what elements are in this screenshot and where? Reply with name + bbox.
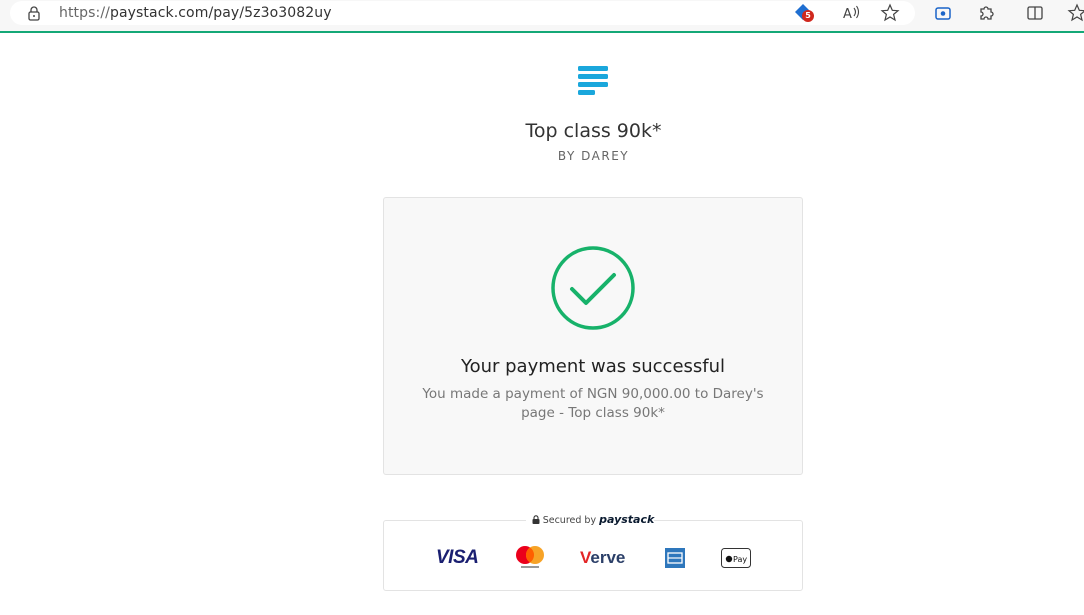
mastercard-logo-icon bbox=[516, 546, 544, 568]
browser-toolbar: https://paystack.com/pay/5z3o3082uy 5 A bbox=[0, 0, 1084, 33]
svg-text:A: A bbox=[843, 7, 852, 22]
lock-icon[interactable] bbox=[26, 5, 42, 21]
apple-pay-text: Pay bbox=[733, 555, 747, 564]
verve-logo: Verve bbox=[580, 548, 625, 568]
success-message: You made a payment of NGN 90,000.00 to D… bbox=[422, 386, 764, 421]
success-heading: Your payment was successful bbox=[460, 356, 726, 377]
page-title: Top class 90k* bbox=[525, 120, 662, 142]
extension-badge: 5 bbox=[802, 10, 814, 22]
split-screen-icon[interactable] bbox=[1025, 3, 1045, 23]
paystack-logo-icon bbox=[578, 66, 608, 95]
apple-pay-logo-icon: Pay bbox=[721, 548, 751, 568]
extensions-puzzle-icon[interactable] bbox=[977, 3, 997, 23]
amex-logo-icon bbox=[665, 548, 685, 568]
merchant-byline: BY DAREY bbox=[557, 149, 630, 163]
secured-by-text: Secured by bbox=[542, 515, 597, 526]
verve-logo-v: V bbox=[580, 548, 591, 567]
paystack-wordmark: paystack bbox=[599, 513, 655, 526]
verve-logo-rest: erve bbox=[590, 548, 626, 567]
read-aloud-icon[interactable]: A bbox=[841, 3, 861, 23]
address-bar[interactable]: https://paystack.com/pay/5z3o3082uy bbox=[10, 1, 915, 25]
payment-status-card: Your payment was successful You made a p… bbox=[383, 197, 803, 475]
url-path: paystack.com/pay/5z3o3082uy bbox=[109, 5, 332, 21]
visa-logo: VISA bbox=[436, 547, 479, 568]
favorites-icon[interactable] bbox=[1067, 3, 1084, 23]
screen-capture-icon[interactable] bbox=[933, 3, 953, 23]
small-lock-icon bbox=[532, 515, 540, 524]
success-check-icon bbox=[551, 246, 635, 330]
url-scheme: https:// bbox=[59, 5, 110, 21]
secured-by-label: Secured by paystack bbox=[383, 513, 803, 526]
url-text[interactable]: https://paystack.com/pay/5z3o3082uy bbox=[59, 5, 332, 21]
favorite-star-icon[interactable] bbox=[880, 3, 900, 23]
